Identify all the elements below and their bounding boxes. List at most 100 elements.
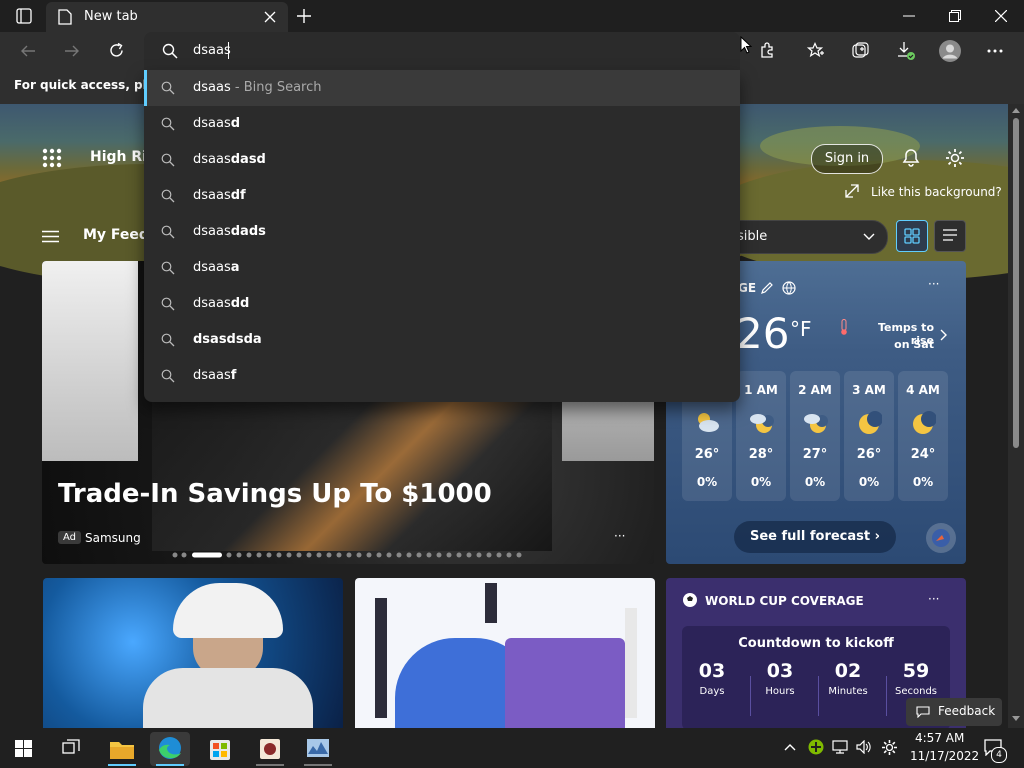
suggestions-dropdown: dsaas - Bing Search dsaasd dsaasdasd dsa… xyxy=(144,70,740,402)
new-tab-icon[interactable] xyxy=(296,8,312,24)
ad-headline[interactable]: Trade-In Savings Up To $1000 xyxy=(58,479,492,509)
close-tab-icon[interactable] xyxy=(264,11,276,23)
address-input[interactable]: dsaas xyxy=(193,43,231,58)
hourly-forecast-1: 1 AM 28° 0% xyxy=(736,371,786,501)
suggestion-item[interactable]: dsaasd xyxy=(144,106,740,142)
news-card[interactable] xyxy=(43,578,343,728)
hour-temperature: 27° xyxy=(802,447,828,462)
countdown-number: 03 xyxy=(698,660,726,682)
suggestion-item[interactable]: dsaasdasd xyxy=(144,142,740,178)
windows-start-icon[interactable] xyxy=(15,740,32,757)
chevron-up-icon[interactable] xyxy=(784,743,796,751)
gear-icon[interactable] xyxy=(881,739,898,756)
search-icon xyxy=(162,43,178,59)
countdown-label: Minutes xyxy=(828,686,868,697)
sign-in-button[interactable]: Sign in xyxy=(811,144,883,174)
restore-icon[interactable] xyxy=(949,10,961,22)
tray-app-icon[interactable] xyxy=(808,739,824,755)
hour-time: 1 AM xyxy=(744,383,778,397)
ad-more-button[interactable]: ··· xyxy=(614,529,625,543)
hourly-forecast-3: 3 AM 26° 0% xyxy=(844,371,894,501)
edge-browser-icon[interactable] xyxy=(150,732,190,766)
apps-grid-icon[interactable] xyxy=(42,148,62,168)
weather-map-icon[interactable] xyxy=(926,523,956,553)
temperature-unit: °F xyxy=(790,317,812,341)
suggestion-item[interactable]: dsasdsda xyxy=(144,322,740,358)
tab-new-tab[interactable]: New tab xyxy=(46,2,288,32)
notifications-icon[interactable] xyxy=(901,148,921,168)
layout-select-value: sible xyxy=(737,229,768,244)
hourly-forecast-4: 4 AM 24° 0% xyxy=(898,371,948,501)
grid-view-button[interactable] xyxy=(896,220,928,252)
page-scrollbar[interactable] xyxy=(1008,104,1024,728)
suggestion-item[interactable]: dsaas - Bing Search xyxy=(144,70,740,106)
clock-date[interactable]: 11/17/2022 xyxy=(910,749,979,763)
hour-temperature: 26° xyxy=(694,447,720,462)
like-background-link[interactable]: Like this background? xyxy=(871,185,1002,199)
search-icon xyxy=(161,117,175,131)
cloudy-moon-icon xyxy=(748,411,774,435)
suggestion-item[interactable]: dsaasdf xyxy=(144,178,740,214)
favorites-icon[interactable] xyxy=(807,42,825,59)
minimize-icon[interactable] xyxy=(903,15,915,17)
suggestion-text: dsaas xyxy=(193,224,231,239)
suggestion-item[interactable]: dsaasdads xyxy=(144,214,740,250)
clock-time[interactable]: 4:57 AM xyxy=(915,731,964,745)
list-view-button[interactable] xyxy=(934,220,966,252)
address-bar[interactable]: dsaas xyxy=(144,32,740,70)
title-bar: New tab xyxy=(0,0,1024,32)
see-full-forecast-button[interactable]: See full forecast › xyxy=(734,521,896,553)
countdown-label: Days xyxy=(699,686,725,697)
globe-icon[interactable] xyxy=(782,281,796,295)
search-icon xyxy=(161,261,175,275)
settings-more-icon[interactable] xyxy=(987,49,1003,53)
weather-more-button[interactable]: ··· xyxy=(928,277,939,291)
world-cup-title[interactable]: WORLD CUP COVERAGE xyxy=(705,594,864,608)
suggestion-item[interactable]: dsaasa xyxy=(144,250,740,286)
thermometer-icon xyxy=(839,319,849,335)
expand-icon[interactable] xyxy=(845,184,859,198)
file-explorer-icon[interactable] xyxy=(102,732,142,766)
edit-location-icon[interactable] xyxy=(761,282,773,294)
world-cup-more-button[interactable]: ··· xyxy=(928,592,939,606)
page-settings-icon[interactable] xyxy=(944,147,966,169)
suggestion-text: dsaas xyxy=(193,152,231,167)
tab-actions-icon[interactable] xyxy=(16,8,32,24)
task-view-icon[interactable] xyxy=(62,739,81,757)
my-feed-tab[interactable]: My Feed xyxy=(83,227,149,243)
downloads-icon[interactable] xyxy=(896,41,916,61)
weather-location[interactable]: GE xyxy=(738,281,756,295)
menu-icon[interactable] xyxy=(42,230,59,243)
profile-avatar[interactable] xyxy=(939,40,961,62)
hour-precip: 0% xyxy=(804,475,826,489)
countdown-hours: 03 Hours xyxy=(752,658,808,708)
search-icon xyxy=(161,225,175,239)
suggestion-hint: - Bing Search xyxy=(230,80,322,95)
suggestion-item[interactable]: dsaasf xyxy=(144,358,740,394)
notification-count-badge: 4 xyxy=(991,747,1007,763)
hour-time: 3 AM xyxy=(852,383,886,397)
close-window-icon[interactable] xyxy=(995,10,1007,22)
suggestion-completion: f xyxy=(230,368,237,383)
refresh-icon[interactable] xyxy=(108,42,125,59)
volume-icon[interactable] xyxy=(856,740,872,754)
back-icon[interactable] xyxy=(20,43,36,59)
ad-badge: Ad xyxy=(58,531,82,544)
app-icon[interactable] xyxy=(250,732,290,766)
network-icon[interactable] xyxy=(832,740,848,754)
news-card[interactable] xyxy=(355,578,655,728)
carousel-dots[interactable] xyxy=(172,552,532,558)
scrollbar-thumb[interactable] xyxy=(1013,118,1019,448)
collections-icon[interactable] xyxy=(851,42,869,59)
cloudy-moon-icon xyxy=(802,411,828,435)
soccer-ball-icon xyxy=(682,592,698,608)
feedback-button[interactable]: Feedback xyxy=(906,698,1002,726)
suggestion-completion: dads xyxy=(230,224,266,239)
monitor-app-icon[interactable] xyxy=(298,732,338,766)
forward-icon[interactable] xyxy=(64,43,80,59)
chevron-right-icon[interactable] xyxy=(940,329,947,341)
countdown-number: 59 xyxy=(902,660,930,682)
store-icon[interactable] xyxy=(200,732,240,766)
extensions-icon[interactable] xyxy=(759,42,776,59)
suggestion-item[interactable]: dsaasdd xyxy=(144,286,740,322)
